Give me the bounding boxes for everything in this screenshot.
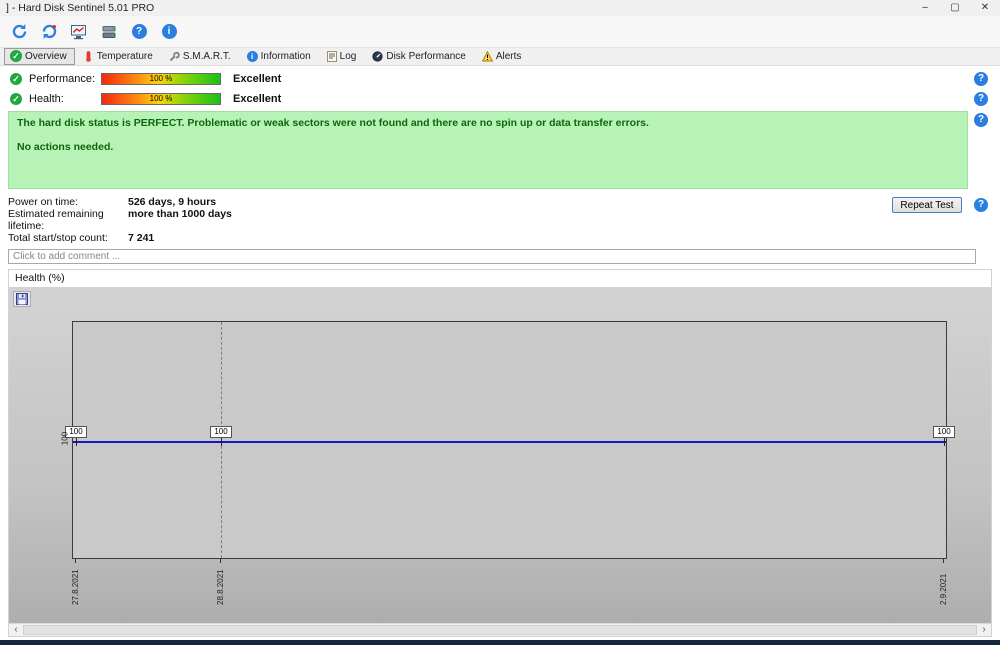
log-icon (327, 51, 337, 62)
disk-status-box: The hard disk status is PERFECT. Problem… (8, 111, 968, 189)
chart-area: 100 100 100 100 27.8.2021 28.8.2021 2.9.… (9, 287, 991, 623)
minimize-button[interactable]: – (910, 0, 940, 16)
stat-row: Total start/stop count: 7 241 (8, 232, 1000, 244)
refresh-button[interactable] (8, 21, 30, 43)
gauge-icon (372, 51, 383, 62)
performance-row: ✓ Performance: 100 % Excellent ? (0, 69, 1000, 89)
tab-label: Alerts (496, 51, 522, 62)
monitor-chart-icon (70, 24, 88, 40)
toolbar: ? i (0, 16, 1000, 48)
repeat-test-button[interactable]: Repeat Test (892, 197, 962, 213)
point-marker (76, 438, 77, 446)
x-axis-label: 2.9.2021 (939, 574, 948, 605)
refresh-icon (11, 23, 28, 40)
stat-row: Power on time: 526 days, 9 hours (8, 196, 1000, 208)
performance-rating: Excellent (233, 73, 281, 85)
tab-information[interactable]: i Information (241, 49, 319, 65)
window-title: ] - Hard Disk Sentinel 5.01 PRO (6, 2, 154, 14)
tab-label: Log (340, 51, 357, 62)
chart-title: Health (%) (9, 270, 991, 287)
health-chart-panel: Health (%) 100 100 100 100 27.8.2021 28.… (8, 269, 992, 637)
x-axis-label: 28.8.2021 (216, 569, 225, 605)
health-row: ✓ Health: 100 % Excellent ? (0, 89, 1000, 109)
scroll-right-arrow[interactable]: › (977, 624, 991, 636)
point-marker (221, 438, 222, 446)
comment-section (0, 244, 1000, 264)
about-button[interactable]: i (158, 21, 180, 43)
tab-label: Disk Performance (386, 51, 465, 62)
performance-help-icon[interactable]: ? (974, 72, 988, 86)
save-icon (16, 293, 28, 305)
tab-disk-performance[interactable]: Disk Performance (366, 49, 473, 65)
point-value-label: 100 (210, 426, 232, 438)
performance-label: Performance: (29, 73, 101, 85)
performance-ok-icon: ✓ (10, 73, 22, 85)
titlebar: ] - Hard Disk Sentinel 5.01 PRO – ▢ ✕ (0, 0, 1000, 16)
status-help-icon[interactable]: ? (974, 113, 988, 127)
start-stop-count-label: Total start/stop count: (8, 232, 128, 244)
status-action-text: No actions needed. (17, 141, 959, 153)
help-button[interactable]: ? (128, 21, 150, 43)
maximize-button[interactable]: ▢ (940, 0, 970, 16)
alert-icon (482, 51, 493, 62)
tab-temperature[interactable]: Temperature (77, 49, 161, 65)
point-marker (944, 438, 945, 446)
comment-input[interactable] (8, 249, 976, 264)
tab-label: S.M.A.R.T. (183, 51, 231, 62)
performance-gauge: 100 % (101, 73, 221, 85)
scrollbar-thumb[interactable] (23, 625, 977, 635)
scroll-left-arrow[interactable]: ‹ (9, 624, 23, 636)
disks-icon (101, 24, 117, 40)
chart-horizontal-scrollbar[interactable]: ‹ › (9, 623, 991, 636)
tabbar: ✓ Overview Temperature S.M.A.R.T. i Info… (0, 48, 1000, 66)
tab-label: Information (261, 51, 311, 62)
information-icon: i (247, 51, 258, 62)
x-axis-label: 27.8.2021 (71, 569, 80, 605)
y-axis-tick-label: 100 (61, 429, 70, 449)
status-text: The hard disk status is PERFECT. Problem… (17, 117, 959, 129)
tab-smart[interactable]: S.M.A.R.T. (163, 49, 239, 65)
wrench-icon (169, 51, 180, 62)
overview-check-icon: ✓ (10, 50, 22, 62)
stat-row: Estimated remaining lifetime: more than … (8, 208, 1000, 232)
tab-log[interactable]: Log (321, 49, 365, 65)
rescan-icon (41, 23, 58, 40)
start-stop-count-value: 7 241 (128, 232, 154, 244)
stats-section: Power on time: 526 days, 9 hours Estimat… (0, 196, 1000, 244)
rescan-devices-button[interactable] (38, 21, 60, 43)
save-chart-button[interactable] (13, 291, 31, 307)
tab-alerts[interactable]: Alerts (476, 49, 530, 65)
health-gauge: 100 % (101, 93, 221, 105)
monitor-button[interactable] (68, 21, 90, 43)
tab-label: Overview (25, 51, 67, 62)
tab-label: Temperature (97, 51, 153, 62)
x-axis-tick (75, 559, 76, 563)
x-axis-tick (220, 559, 221, 563)
info-icon: i (162, 24, 177, 39)
chart-plot: 100 100 100 100 (72, 321, 947, 559)
thermometer-icon (83, 51, 94, 62)
help-icon: ? (132, 24, 147, 39)
x-axis-tick (943, 559, 944, 563)
status-section: The hard disk status is PERFECT. Problem… (0, 109, 1000, 189)
health-help-icon[interactable]: ? (974, 92, 988, 106)
close-button[interactable]: ✕ (970, 0, 1000, 16)
window-controls: – ▢ ✕ (910, 0, 1000, 16)
point-value-label: 100 (933, 426, 955, 438)
remaining-lifetime-label: Estimated remaining lifetime: (8, 208, 128, 232)
power-on-time-label: Power on time: (8, 196, 128, 208)
tab-overview[interactable]: ✓ Overview (4, 48, 75, 65)
health-label: Health: (29, 93, 101, 105)
health-line-series (73, 441, 946, 443)
bottom-bar (0, 640, 1000, 645)
power-on-time-value: 526 days, 9 hours (128, 196, 216, 208)
remaining-lifetime-value: more than 1000 days (128, 208, 232, 232)
disks-button[interactable] (98, 21, 120, 43)
health-ok-icon: ✓ (10, 93, 22, 105)
repeat-test-help-icon[interactable]: ? (974, 198, 988, 212)
health-rating: Excellent (233, 93, 281, 105)
